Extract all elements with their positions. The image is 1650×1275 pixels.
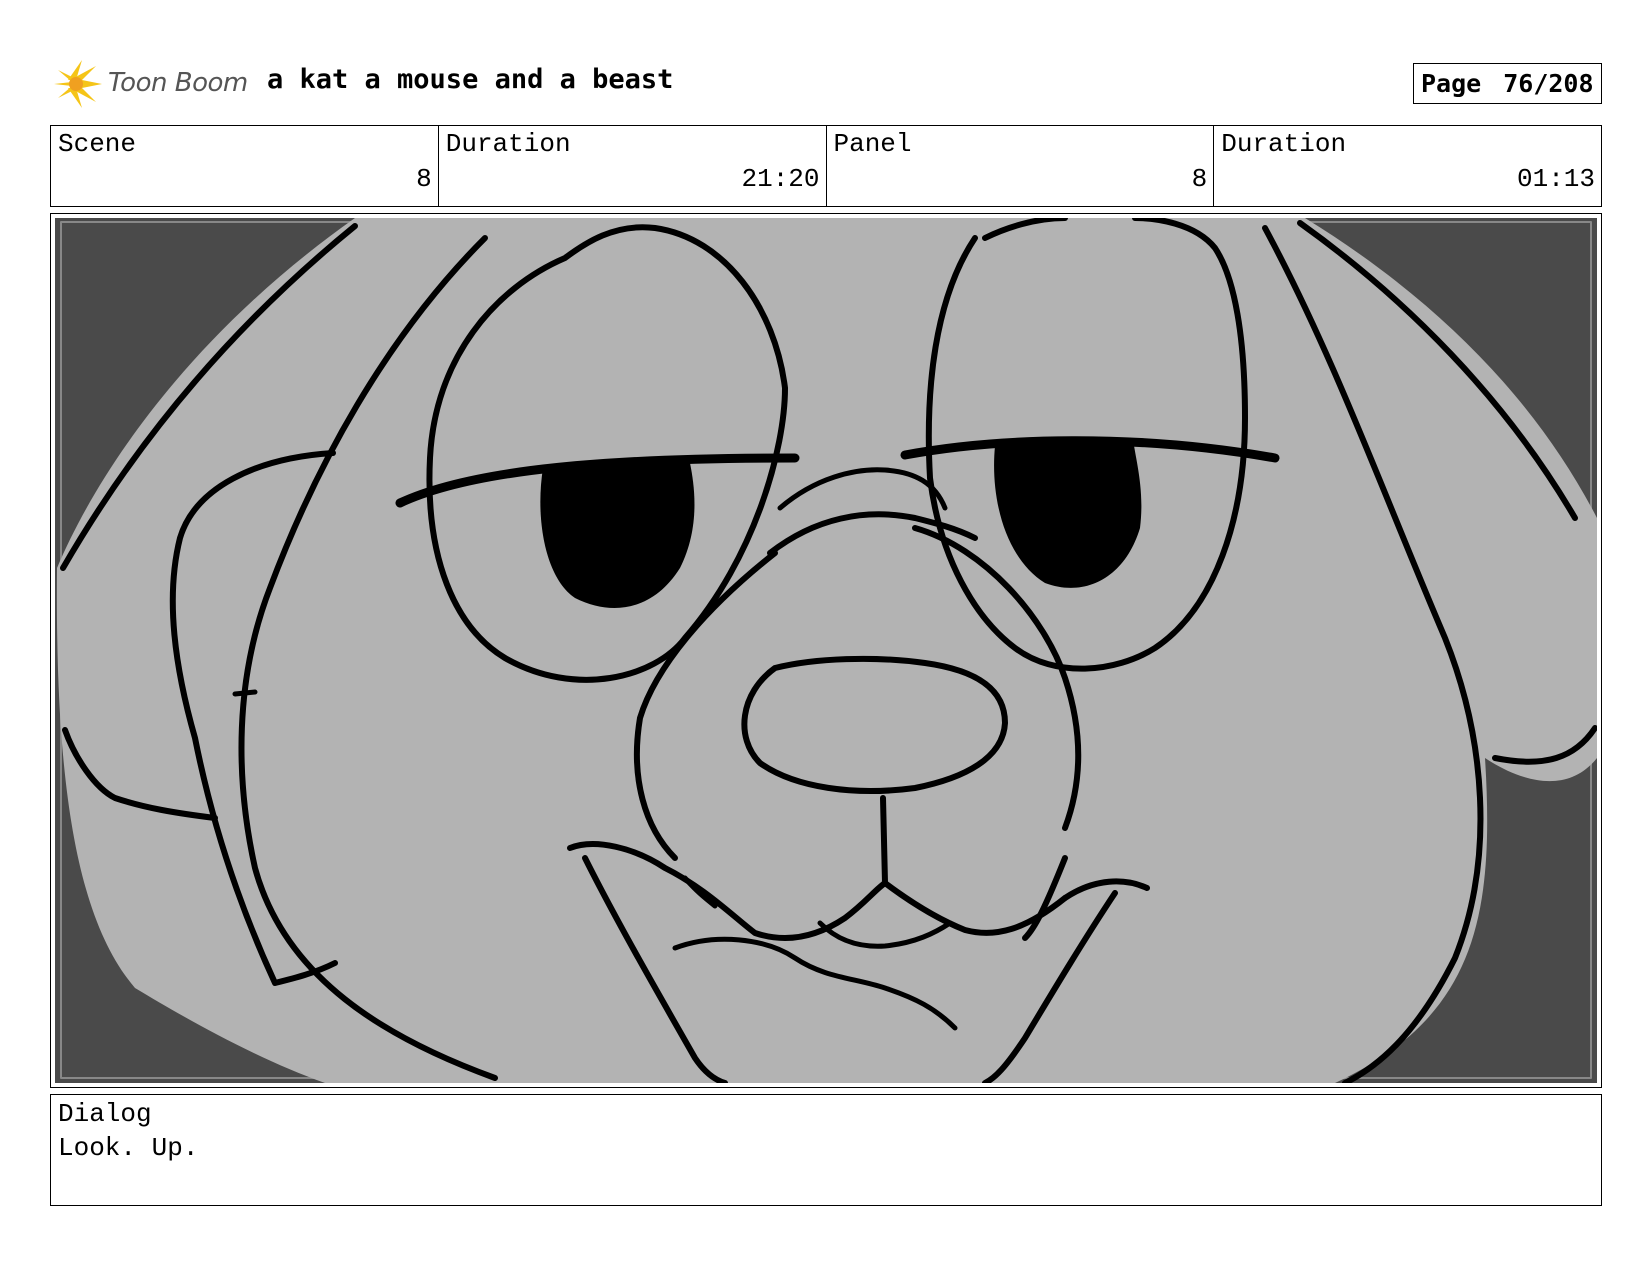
panel-cell: Panel 8 (827, 126, 1215, 206)
storyboard-panel (50, 213, 1602, 1088)
starburst-icon (54, 60, 102, 108)
scene-info-row: Scene 8 Duration 21:20 Panel 8 Duration … (50, 125, 1602, 207)
panel-drawing (55, 218, 1597, 1083)
logo-text: Toon Boom (108, 68, 248, 98)
scene-duration-value: 21:20 (741, 164, 820, 194)
storyboard-header: Toon Boom a kat a mouse and a beast (52, 56, 1602, 112)
page-indicator: Page 76/208 (1413, 63, 1602, 104)
scene-value: 8 (416, 164, 432, 194)
panel-duration-value: 01:13 (1516, 164, 1595, 194)
panel-label: Panel (833, 129, 912, 159)
scene-label: Scene (58, 129, 137, 159)
panel-duration-label: Duration (1221, 129, 1347, 159)
scene-cell: Scene 8 (51, 126, 439, 206)
project-title: a kat a mouse and a beast (267, 64, 674, 95)
scene-duration-label: Duration (445, 129, 571, 159)
dialog-box: Dialog Look. Up. (50, 1094, 1602, 1206)
dog-mouth (880, 795, 888, 886)
toon-boom-logo: Toon Boom (52, 56, 252, 112)
panel-value: 8 (1191, 164, 1208, 194)
page-label: Page (1421, 69, 1482, 98)
panel-duration-cell: Duration 01:13 (1214, 126, 1601, 206)
page-value: 76/208 (1503, 69, 1594, 98)
dialog-text: Look. Up. (58, 1133, 199, 1163)
dialog-label: Dialog (58, 1099, 152, 1129)
scene-duration-cell: Duration 21:20 (439, 126, 827, 206)
